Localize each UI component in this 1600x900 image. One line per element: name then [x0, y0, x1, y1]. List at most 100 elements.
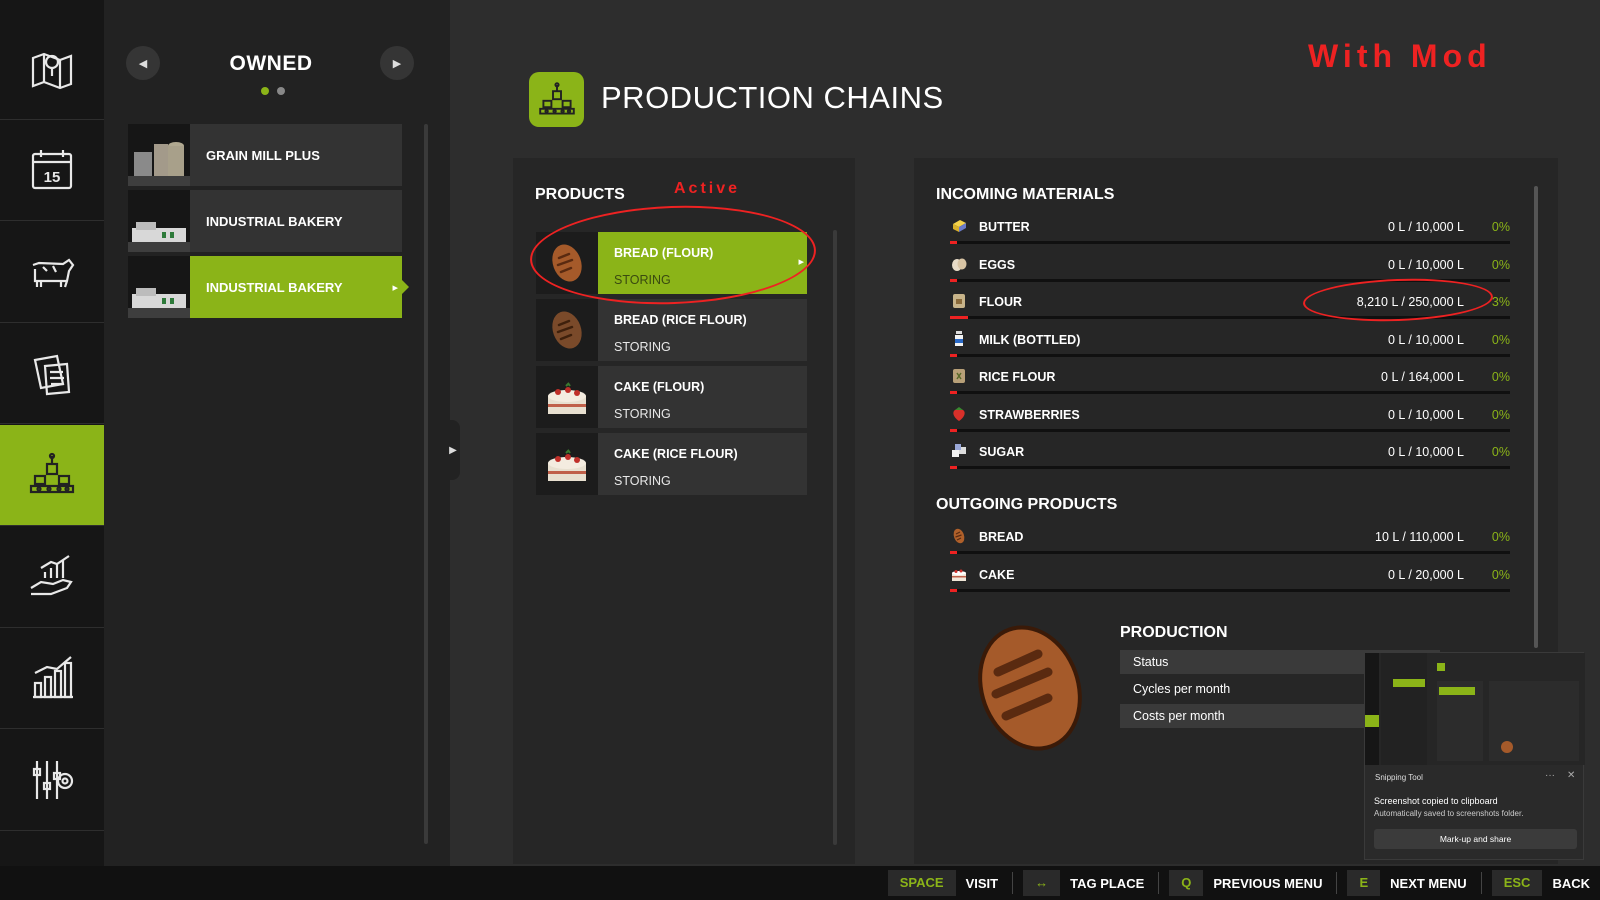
rail-item-finances[interactable]: [0, 527, 104, 628]
product-name: CAKE (FLOUR): [614, 380, 705, 394]
rail-item-production[interactable]: [0, 425, 111, 526]
outgoing-list: BREAD 10 L / 110,000 L 0% CAKE 0 L / 20,000 …: [950, 523, 1510, 598]
documents-icon: [33, 354, 71, 396]
fill-level-indicator: [950, 391, 957, 394]
notification-subtext: Automatically saved to screenshots folde…: [1374, 809, 1524, 818]
fill-level-indicator: [950, 316, 969, 319]
material-percent: 0%: [1491, 407, 1510, 422]
materials-scrollbar[interactable]: [1534, 186, 1538, 648]
product-status: STORING: [614, 474, 671, 488]
rail-item-settings[interactable]: [0, 730, 104, 831]
fill-level-indicator: [950, 241, 957, 244]
material-amount: 0 L / 10,000 L: [1388, 445, 1464, 459]
owned-item-industrial-bakery-2[interactable]: INDUSTRIAL BAKERY: [128, 256, 409, 318]
rail-item-contracts[interactable]: [0, 323, 104, 424]
products-panel: PRODUCTS Active BREAD (FLOUR) STORING BR…: [513, 158, 855, 864]
fill-level-bar: [950, 551, 1510, 554]
incoming-row-rice-flour[interactable]: RICE FLOUR 0 L / 164,000 L 0%: [950, 363, 1510, 401]
material-name: BREAD: [979, 530, 1024, 544]
material-name: RICE FLOUR: [979, 370, 1056, 384]
key-label: TAG PLACE: [1070, 875, 1145, 891]
key-hint-tag-place[interactable]: ↔ TAG PLACE: [1023, 870, 1154, 896]
key-hint-next-menu[interactable]: E NEXT MENU: [1347, 870, 1476, 896]
rail-item-animals[interactable]: [0, 222, 104, 323]
rail-item-statistics[interactable]: [0, 628, 104, 729]
rice-flour-icon: [950, 367, 968, 385]
material-percent: 0%: [1491, 370, 1510, 384]
material-name: CAKE: [979, 567, 1015, 582]
owned-panel: ◀ OWNED ▶ GRAIN MILL PLUS INDUSTRIAL BAK…: [104, 0, 450, 866]
material-amount: 0 L / 10,000 L: [1388, 332, 1464, 347]
gear-sliders-icon: [32, 761, 74, 799]
incoming-row-strawberries[interactable]: STRAWBERRIES 0 L / 10,000 L 0%: [950, 401, 1510, 439]
key-hints: SPACE VISIT ↔ TAG PLACE Q PREVIOUS MENU E NEXT …: [878, 866, 1600, 900]
cake-icon: [536, 433, 598, 495]
outgoing-row-cake[interactable]: CAKE 0 L / 20,000 L 0%: [950, 561, 1510, 599]
outgoing-row-bread[interactable]: BREAD 10 L / 110,000 L 0%: [950, 523, 1510, 561]
notification-message: Screenshot copied to clipboard: [1374, 796, 1498, 806]
material-percent: 0%: [1491, 530, 1510, 544]
key-hint-visit[interactable]: SPACE VISIT: [887, 870, 1008, 896]
milk-bottle-icon: [950, 330, 968, 348]
markup-and-share-button[interactable]: Mark-up and share: [1374, 829, 1577, 849]
rail-item-calendar[interactable]: 15: [0, 120, 104, 221]
bar-chart-icon: [33, 656, 73, 699]
key-cap: ESC: [1491, 870, 1543, 896]
owned-scrollbar[interactable]: [424, 124, 428, 844]
butter-icon: [950, 217, 968, 235]
eggs-icon: [950, 255, 968, 273]
fill-level-indicator: [950, 466, 957, 469]
key-hint-previous-menu[interactable]: Q PREVIOUS MENU: [1169, 870, 1332, 896]
strawberry-icon: [950, 405, 968, 423]
product-status: STORING: [614, 407, 671, 421]
material-name: STRAWBERRIES: [979, 407, 1080, 422]
sugar-icon: [950, 442, 968, 460]
incoming-row-milk-bottled[interactable]: MILK (BOTTLED) 0 L / 10,000 L 0%: [950, 326, 1510, 364]
products-scrollbar[interactable]: [833, 230, 837, 845]
rail-item-map[interactable]: [0, 19, 104, 120]
material-name: BUTTER: [979, 220, 1030, 234]
incoming-row-butter[interactable]: BUTTER 0 L / 10,000 L 0%: [950, 213, 1510, 251]
collapse-panel-button[interactable]: ▶: [446, 420, 460, 480]
arrow-left-icon: ◀: [138, 57, 148, 70]
material-percent: 0%: [1491, 445, 1510, 459]
fill-level-bar: [950, 466, 1510, 469]
bakery-thumbnail: [128, 256, 190, 318]
incoming-list: BUTTER 0 L / 10,000 L 0% EGGS 0 L / 10,000 L…: [950, 213, 1510, 476]
outgoing-title: OUTGOING PRODUCTS: [936, 496, 1118, 513]
annotation-active: Active: [674, 180, 741, 197]
key-label: PREVIOUS MENU: [1213, 875, 1323, 891]
owned-item-grain-mill-plus[interactable]: GRAIN MILL PLUS: [128, 124, 402, 186]
product-cake-flour[interactable]: CAKE (FLOUR) STORING: [536, 366, 807, 428]
screenshot-thumbnail[interactable]: [1365, 653, 1585, 765]
owned-item-industrial-bakery-1[interactable]: INDUSTRIAL BAKERY: [128, 190, 402, 252]
material-percent: 0%: [1491, 567, 1510, 582]
owned-item-label: INDUSTRIAL BAKERY: [206, 213, 343, 229]
key-label: VISIT: [965, 875, 999, 891]
more-options-icon[interactable]: ···: [1545, 770, 1555, 781]
next-page-button[interactable]: ▶: [380, 46, 414, 80]
material-amount: 0 L / 10,000 L: [1388, 407, 1464, 422]
page-indicator: [261, 87, 285, 95]
key-cap: ↔: [1023, 870, 1061, 896]
previous-page-button[interactable]: ◀: [126, 46, 160, 80]
close-icon[interactable]: ✕: [1567, 770, 1575, 781]
snipping-tool-notification[interactable]: Snipping Tool ··· ✕ Screenshot copied to…: [1364, 652, 1585, 860]
product-cake-rice-flour[interactable]: CAKE (RICE FLOUR) STORING: [536, 433, 807, 495]
cow-icon: [32, 258, 75, 288]
product-bread-rice-flour[interactable]: BREAD (RICE FLOUR) STORING: [536, 299, 807, 361]
page-dot[interactable]: [277, 87, 285, 95]
key-hint-back[interactable]: ESC BACK: [1491, 870, 1600, 896]
page-title: PRODUCTION CHAINS: [601, 80, 944, 115]
material-amount: 0 L / 10,000 L: [1388, 257, 1464, 272]
incoming-row-sugar[interactable]: SUGAR 0 L / 10,000 L 0%: [950, 438, 1510, 476]
material-percent: 0%: [1491, 220, 1510, 234]
fill-level-bar: [950, 428, 1510, 432]
page-dot[interactable]: [261, 87, 269, 95]
fill-level-indicator: [950, 588, 957, 592]
fill-level-indicator: [950, 278, 957, 282]
cake-icon: [950, 565, 968, 583]
material-name: SUGAR: [979, 445, 1025, 459]
key-cap: E: [1347, 870, 1381, 896]
app-window: 15 ◀ OWNED ▶ GRAIN MILL PLUS INDUSTRIAL …: [0, 0, 1600, 900]
